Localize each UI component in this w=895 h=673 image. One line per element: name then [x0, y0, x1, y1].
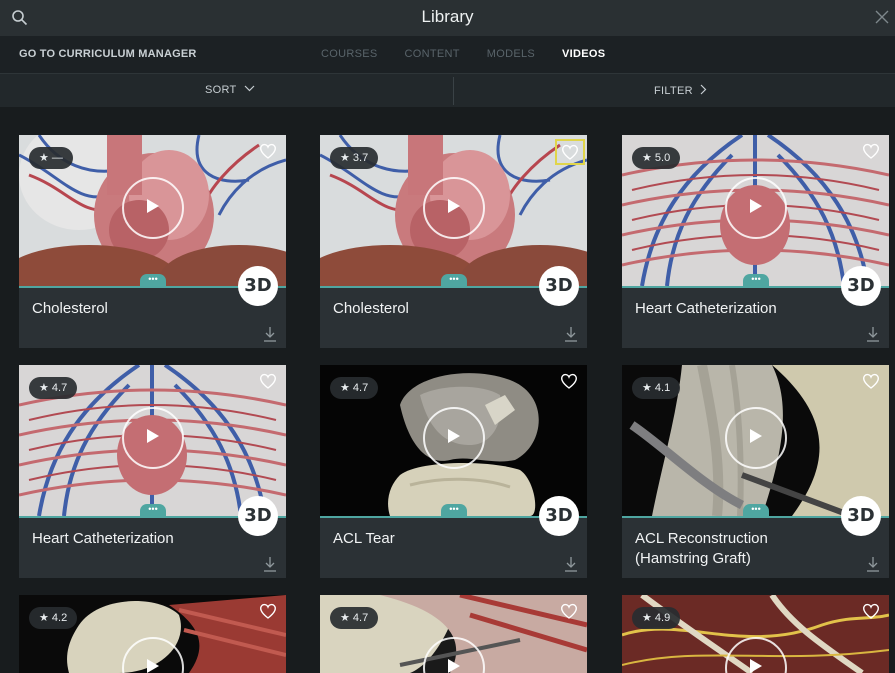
- play-button[interactable]: [725, 177, 787, 239]
- favorite-heart-icon[interactable]: [862, 143, 880, 159]
- video-thumbnail[interactable]: ★ 4.7 •••: [320, 365, 587, 516]
- download-icon[interactable]: [867, 326, 879, 342]
- page-title: Library: [421, 7, 474, 26]
- play-button[interactable]: [423, 177, 485, 239]
- chevron-right-icon: [700, 84, 707, 95]
- tab-bar: GO TO CURRICULUM MANAGER COURSES CONTENT…: [0, 36, 895, 73]
- download-icon[interactable]: [565, 556, 577, 572]
- more-options-icon[interactable]: •••: [140, 504, 166, 516]
- close-icon[interactable]: [875, 10, 889, 24]
- play-icon: [147, 199, 159, 213]
- play-icon: [750, 199, 762, 213]
- video-title: Cholesterol: [32, 300, 108, 317]
- favorite-heart-icon[interactable]: [259, 143, 277, 159]
- sort-filter-bar: SORT FILTER: [0, 73, 895, 107]
- more-options-icon[interactable]: •••: [441, 504, 467, 516]
- favorite-heart-icon[interactable]: [259, 603, 277, 619]
- favorite-heart-icon[interactable]: [560, 603, 578, 619]
- play-icon: [448, 429, 460, 443]
- favorite-heart-icon[interactable]: [560, 373, 578, 389]
- video-title: Heart Catheterization: [32, 530, 174, 547]
- filter-label: FILTER: [654, 85, 693, 97]
- video-title: ACL Tear: [333, 530, 395, 547]
- 3d-badge: 3D: [841, 266, 881, 306]
- video-card[interactable]: ★ 5.0 ••• Heart Catheterization 3D: [622, 135, 889, 348]
- rating-badge: ★ 4.7: [29, 377, 78, 399]
- play-icon: [750, 659, 762, 673]
- download-icon[interactable]: [565, 326, 577, 342]
- play-icon: [147, 429, 159, 443]
- video-card[interactable]: ★ 4.9: [622, 595, 889, 673]
- video-thumbnail[interactable]: ★ — •••: [19, 135, 286, 286]
- download-icon[interactable]: [264, 326, 276, 342]
- more-options-icon[interactable]: •••: [140, 274, 166, 286]
- chevron-down-icon: [244, 85, 255, 92]
- filter-button[interactable]: FILTER: [654, 84, 707, 97]
- video-card[interactable]: ★ — ••• Cholesterol 3D: [19, 135, 286, 348]
- sort-button[interactable]: SORT: [205, 84, 255, 96]
- 3d-badge: 3D: [539, 496, 579, 536]
- favorite-heart-icon[interactable]: [862, 603, 880, 619]
- play-button[interactable]: [122, 177, 184, 239]
- rating-badge: ★ 4.7: [330, 377, 379, 399]
- more-options-icon[interactable]: •••: [743, 274, 769, 286]
- download-icon[interactable]: [867, 556, 879, 572]
- play-icon: [448, 659, 460, 673]
- curriculum-manager-link[interactable]: GO TO CURRICULUM MANAGER: [19, 48, 197, 60]
- 3d-badge: 3D: [539, 266, 579, 306]
- video-card[interactable]: ★ 3.7 ••• Cholesterol 3D: [320, 135, 587, 348]
- tab-content[interactable]: CONTENT: [405, 48, 460, 60]
- favorite-heart-icon[interactable]: [259, 373, 277, 389]
- rating-badge: ★ 5.0: [632, 147, 681, 169]
- video-thumbnail[interactable]: ★ 5.0 •••: [622, 135, 889, 286]
- tab-courses[interactable]: COURSES: [321, 48, 378, 60]
- video-title: ACL Reconstruction (Hamstring Graft): [635, 530, 768, 567]
- favorite-heart-icon[interactable]: [555, 139, 585, 165]
- play-icon: [448, 199, 460, 213]
- 3d-badge: 3D: [238, 496, 278, 536]
- video-card[interactable]: ★ 4.7 ••• ACL Tear 3D: [320, 365, 587, 578]
- rating-badge: ★ —: [29, 147, 73, 169]
- sort-label: SORT: [205, 84, 237, 96]
- video-card[interactable]: ★ 4.7: [320, 595, 587, 673]
- tab-models[interactable]: MODELS: [487, 48, 535, 60]
- more-options-icon[interactable]: •••: [441, 274, 467, 286]
- video-thumbnail[interactable]: ★ 4.9: [622, 595, 889, 673]
- video-card[interactable]: ★ 4.7 ••• Heart Catheterization 3D: [19, 365, 286, 578]
- video-title: Heart Catheterization: [635, 300, 777, 317]
- play-button[interactable]: [122, 407, 184, 469]
- more-options-icon[interactable]: •••: [743, 504, 769, 516]
- 3d-badge: 3D: [238, 266, 278, 306]
- rating-badge: ★ 4.9: [632, 607, 681, 629]
- video-thumbnail[interactable]: ★ 4.2: [19, 595, 286, 673]
- play-button[interactable]: [725, 407, 787, 469]
- rating-badge: ★ 4.7: [330, 607, 379, 629]
- download-icon[interactable]: [264, 556, 276, 572]
- rating-badge: ★ 4.2: [29, 607, 78, 629]
- play-button[interactable]: [423, 407, 485, 469]
- video-thumbnail[interactable]: ★ 4.7 •••: [19, 365, 286, 516]
- 3d-badge: 3D: [841, 496, 881, 536]
- title-bar: Library: [0, 0, 895, 36]
- favorite-heart-icon[interactable]: [862, 373, 880, 389]
- rating-badge: ★ 3.7: [330, 147, 379, 169]
- tab-videos[interactable]: VIDEOS: [562, 48, 605, 60]
- content-tabs: COURSES CONTENT MODELS VIDEOS: [321, 48, 605, 60]
- video-thumbnail[interactable]: ★ 3.7 •••: [320, 135, 587, 286]
- play-icon: [750, 429, 762, 443]
- video-card[interactable]: ★ 4.2: [19, 595, 286, 673]
- video-card[interactable]: ★ 4.1 ••• ACL Reconstruction (Hamstring …: [622, 365, 889, 578]
- video-thumbnail[interactable]: ★ 4.7: [320, 595, 587, 673]
- video-thumbnail[interactable]: ★ 4.1 •••: [622, 365, 889, 516]
- divider: [453, 77, 454, 105]
- play-icon: [147, 659, 159, 673]
- video-grid: ★ — ••• Cholesterol 3D ★ 3.7 ••• Cholest…: [0, 107, 895, 673]
- video-title: Cholesterol: [333, 300, 409, 317]
- rating-badge: ★ 4.1: [632, 377, 681, 399]
